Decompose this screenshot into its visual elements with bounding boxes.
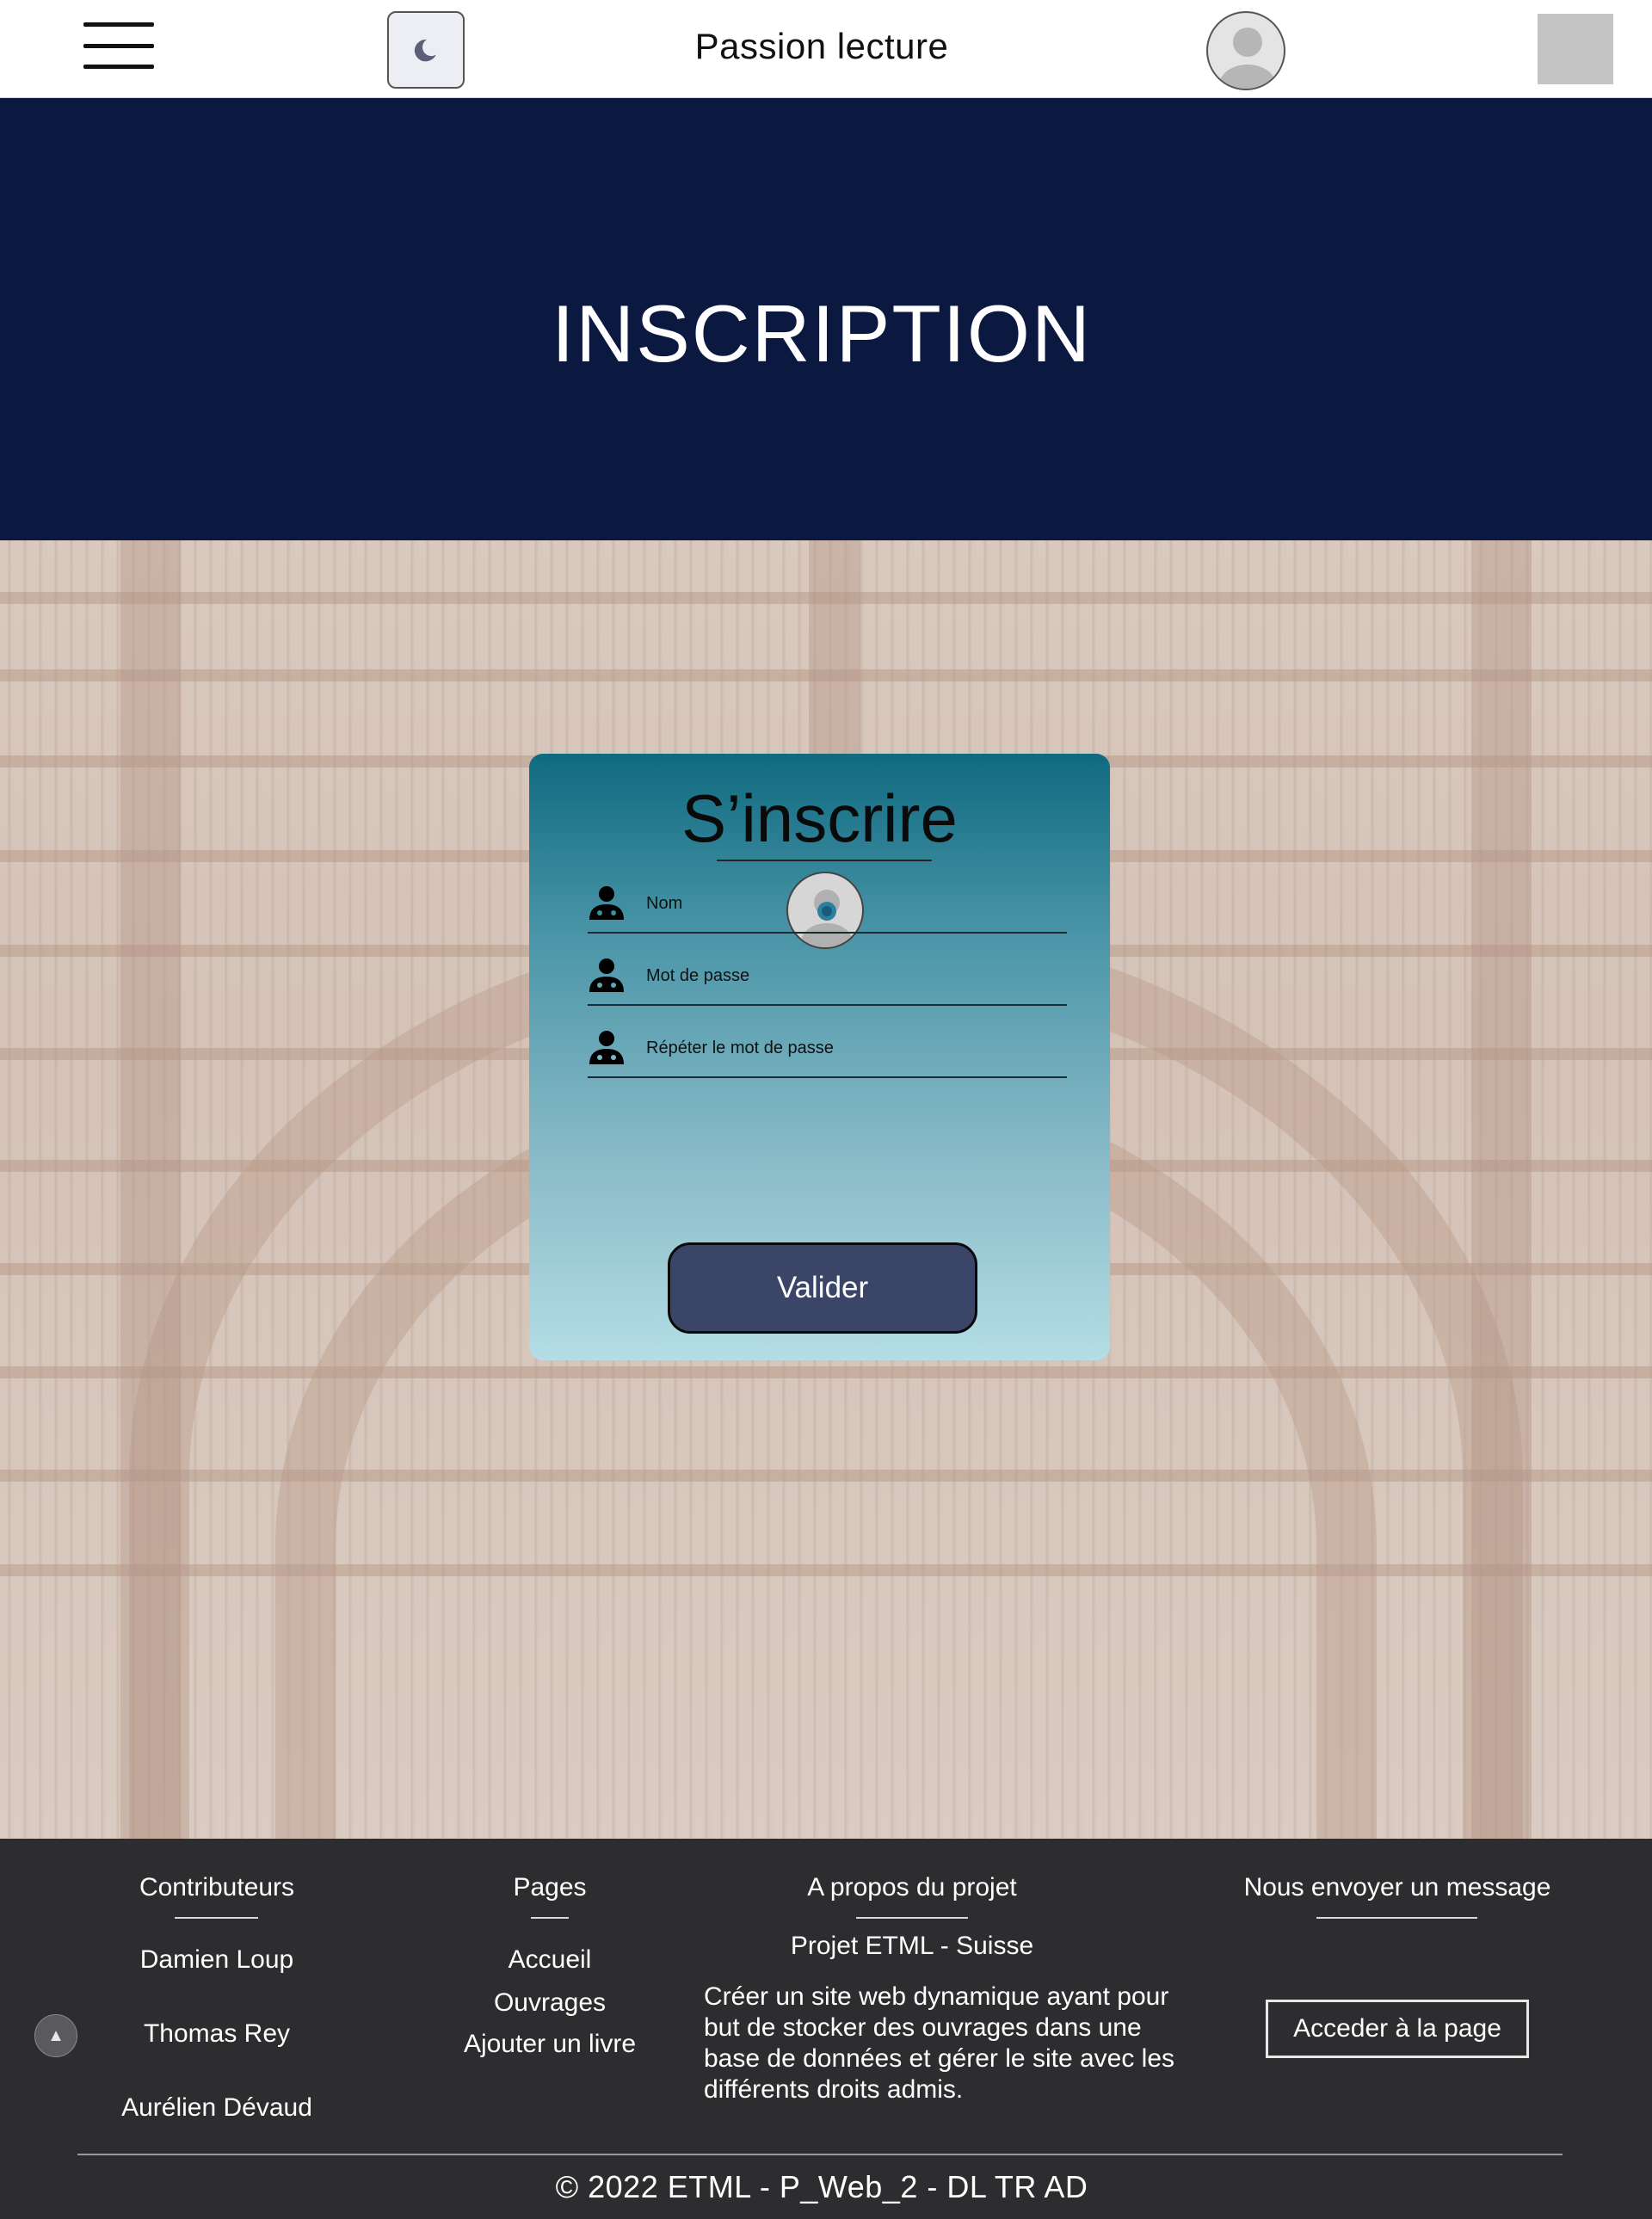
title-underline <box>717 860 932 861</box>
pages-heading: Pages <box>513 1873 587 1902</box>
password-field <box>588 951 1067 1006</box>
footer-link-ouvrages[interactable]: Ouvrages <box>421 1988 679 2018</box>
contact-page-button[interactable]: Acceder à la page <box>1266 2000 1529 2058</box>
footer: Contributeurs Damien Loup Thomas Rey Aur… <box>0 1839 1652 2219</box>
footer-link-accueil[interactable]: Accueil <box>421 1945 679 1975</box>
page-title: INSCRIPTION <box>552 288 1092 379</box>
back-to-top-button[interactable]: ▲ <box>34 2014 77 2057</box>
arrow-up-icon: ▲ <box>47 2025 65 2045</box>
user-icon <box>589 1031 624 1064</box>
contributor-name: Damien Loup <box>139 1945 294 1974</box>
site-title[interactable]: Passion lecture <box>0 26 1643 67</box>
user-avatar-icon <box>1219 28 1276 89</box>
profile-avatar-button[interactable] <box>1206 11 1285 90</box>
pages-divider <box>531 1917 569 1919</box>
contributor-name: Aurélien Dévaud <box>121 2093 312 2122</box>
about-heading: A propos du projet <box>807 1873 1017 1902</box>
name-input[interactable] <box>646 891 1059 916</box>
top-navbar: Passion lecture <box>0 0 1652 98</box>
submit-button[interactable]: Valider <box>668 1242 977 1334</box>
placeholder-image <box>1538 14 1613 84</box>
contributors-divider <box>175 1917 258 1919</box>
about-subtitle: Projet ETML - Suisse <box>790 1932 1034 1960</box>
user-icon <box>589 958 624 992</box>
about-description: Créer un site web dynamique ayant pour b… <box>704 1982 1175 2104</box>
contact-divider <box>1316 1917 1477 1919</box>
footer-link-ajouter-livre[interactable]: Ajouter un livre <box>421 2030 679 2059</box>
about-divider <box>856 1917 968 1919</box>
page-banner: INSCRIPTION <box>0 98 1652 540</box>
contact-heading: Nous envoyer un message <box>1243 1873 1551 1902</box>
copyright-text: © 2022 ETML - P_Web_2 - DL TR AD <box>555 2169 1088 2204</box>
contributors-heading: Contributeurs <box>139 1873 295 1902</box>
password-input[interactable] <box>646 963 1059 989</box>
name-field <box>588 878 1067 934</box>
confirm-password-input[interactable] <box>646 1035 1059 1061</box>
footer-divider <box>77 2154 1563 2155</box>
signup-form: S’inscrire Nom Valider <box>529 754 1110 1360</box>
form-title: S’inscrire <box>681 780 958 856</box>
confirm-password-field <box>588 1023 1067 1078</box>
contributor-name: Thomas Rey <box>143 2019 291 2048</box>
user-icon <box>589 886 624 920</box>
